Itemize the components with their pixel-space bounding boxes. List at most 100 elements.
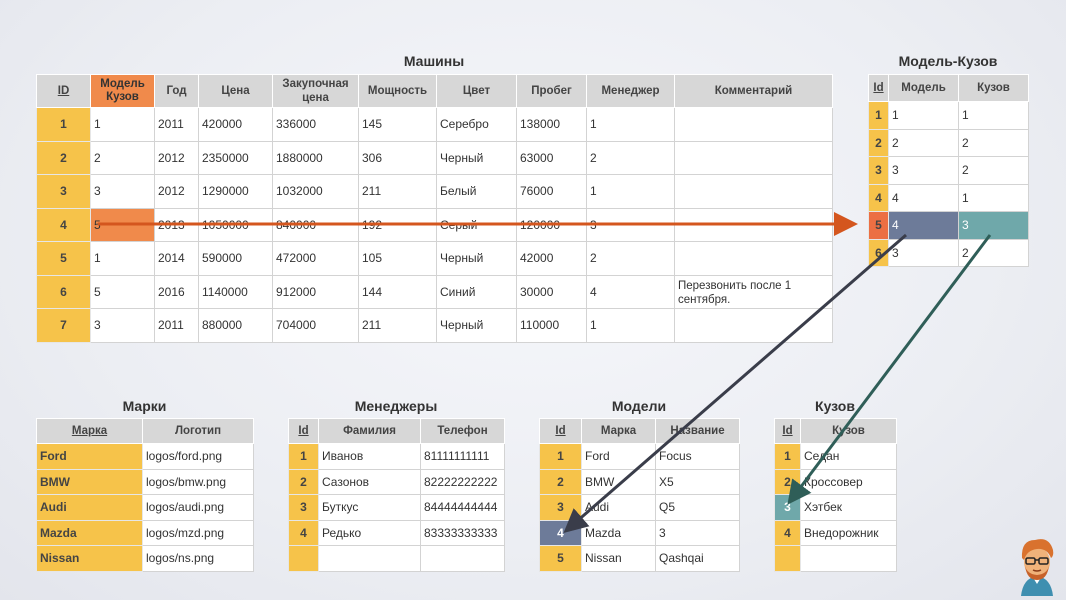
cars-cell: 2014	[154, 241, 199, 276]
bodies-cell: Хэтбек	[800, 494, 897, 521]
model-body-header-body: Кузов	[958, 74, 1029, 102]
cars-cell: 3	[90, 174, 155, 209]
brands-cell: logos/audi.png	[142, 494, 254, 521]
model-body-cell: 2	[868, 128, 889, 157]
cars-cell: 2012	[154, 140, 199, 175]
cars-cell-model-body-highlight: 5	[90, 207, 155, 242]
cars-cell: 2011	[154, 107, 199, 142]
managers-header-id: Id	[288, 418, 319, 444]
table-row	[288, 545, 505, 572]
cars-cell: 2012	[154, 174, 199, 209]
table-row: 1 Ford Focus	[539, 443, 740, 470]
models-cell: Focus	[655, 443, 740, 470]
cars-cell: 1140000	[198, 274, 273, 309]
model-body-cell-model-highlight: 4	[888, 211, 959, 240]
table-row-highlighted: 4 5 2013 1050000 840000 192 Серый 120000…	[36, 207, 833, 242]
table-row: 3 Audi Q5	[539, 494, 740, 521]
bodies-header-body: Кузов	[800, 418, 897, 444]
cars-cell: Черный	[436, 241, 517, 276]
table-row: Nissan logos/ns.png	[36, 545, 254, 572]
cars-cell: 1	[36, 107, 91, 142]
bodies-title: Кузов	[815, 398, 855, 414]
model-body-cell-body-highlight: 3	[958, 211, 1029, 240]
managers-cell: 81111111111	[420, 443, 505, 470]
model-body-cell: 2	[958, 238, 1029, 267]
models-cell: BMW	[581, 468, 656, 495]
model-body-cell: 1	[958, 101, 1029, 130]
table-row: 1 Иванов 81111111111	[288, 443, 505, 470]
model-body-cell: 3	[888, 238, 959, 267]
models-cell: Audi	[581, 494, 656, 521]
model-body-cell: 2	[958, 128, 1029, 157]
cars-table: ID Модель Кузов Год Цена Закупочная цена…	[36, 74, 833, 343]
cars-cell: 4	[586, 274, 675, 309]
cars-cell: 1	[586, 107, 675, 142]
table-row: 6 5 2016 1140000 912000 144 Синий 30000 …	[36, 274, 833, 309]
table-row: BMW logos/bmw.png	[36, 468, 254, 495]
cars-cell: 472000	[272, 241, 359, 276]
model-body-cell: 4	[868, 183, 889, 212]
table-row: 5 Nissan Qashqai	[539, 545, 740, 572]
cars-cell: 1	[90, 241, 155, 276]
table-row: 4 Редько 83333333333	[288, 519, 505, 546]
cars-cell: 590000	[198, 241, 273, 276]
model-body-title: Модель-Кузов	[898, 53, 998, 69]
models-title: Модели	[611, 398, 667, 414]
cars-cell: Черный	[436, 308, 517, 343]
cars-header-power: Мощность	[358, 74, 437, 108]
cars-header-price: Цена	[198, 74, 273, 108]
table-row-highlighted: 3 Хэтбек	[774, 494, 897, 521]
cars-cell: 2	[586, 140, 675, 175]
models-cell: 1	[539, 443, 582, 470]
model-body-cell: 3	[868, 156, 889, 185]
model-body-cell: 4	[888, 183, 959, 212]
table-row: 2 Сазонов 82222222222	[288, 468, 505, 495]
cars-cell: 1290000	[198, 174, 273, 209]
cars-cell: 120000	[516, 207, 587, 242]
cars-cell: 4	[36, 207, 91, 242]
table-row	[774, 545, 897, 572]
brands-cell: Nissan	[36, 545, 143, 572]
models-cell: 5	[539, 545, 582, 572]
models-cell-id-highlight: 4	[539, 519, 582, 546]
cars-header-id: ID	[36, 74, 91, 108]
cars-cell: 6	[36, 274, 91, 309]
cars-cell: 30000	[516, 274, 587, 309]
managers-header-phone: Телефон	[420, 418, 505, 444]
table-row: 3 3 2	[868, 156, 1029, 185]
managers-table: Id Фамилия Телефон 1 Иванов 81111111111 …	[288, 418, 505, 572]
cars-cell: 306	[358, 140, 437, 175]
managers-cell: Сазонов	[318, 468, 421, 495]
bodies-table: Id Кузов 1 Седан 2 Кроссовер 3 Хэтбек 4 …	[774, 418, 897, 572]
cars-cell: 144	[358, 274, 437, 309]
cars-cell: 5	[90, 274, 155, 309]
brands-table: Марка Логотип Ford logos/ford.png BMW lo…	[36, 418, 254, 572]
cars-cell	[674, 308, 833, 343]
cars-cell: 2	[90, 140, 155, 175]
cars-cell	[674, 207, 833, 242]
managers-cell: Буткус	[318, 494, 421, 521]
models-cell: Qashqai	[655, 545, 740, 572]
cars-cell: 1	[90, 107, 155, 142]
table-row: 4 Внедорожник	[774, 519, 897, 546]
models-cell: Mazda	[581, 519, 656, 546]
models-cell: X5	[655, 468, 740, 495]
cars-cell: 211	[358, 174, 437, 209]
cars-cell: 3	[586, 207, 675, 242]
cars-cell: 912000	[272, 274, 359, 309]
cars-cell: 2016	[154, 274, 199, 309]
cars-cell: 2013	[154, 207, 199, 242]
cars-cell: 2	[36, 140, 91, 175]
bodies-cell	[800, 545, 897, 572]
table-row-highlighted: 5 4 3	[868, 211, 1029, 240]
cars-cell: 42000	[516, 241, 587, 276]
brands-title: Марки	[122, 398, 167, 414]
cars-header-mileage: Пробег	[516, 74, 587, 108]
cars-cell: 1	[586, 174, 675, 209]
model-body-cell: 1	[868, 101, 889, 130]
bodies-cell: 4	[774, 519, 801, 546]
brands-cell: BMW	[36, 468, 143, 495]
cars-cell	[674, 241, 833, 276]
models-header-id: Id	[539, 418, 582, 444]
bodies-cell: Кроссовер	[800, 468, 897, 495]
